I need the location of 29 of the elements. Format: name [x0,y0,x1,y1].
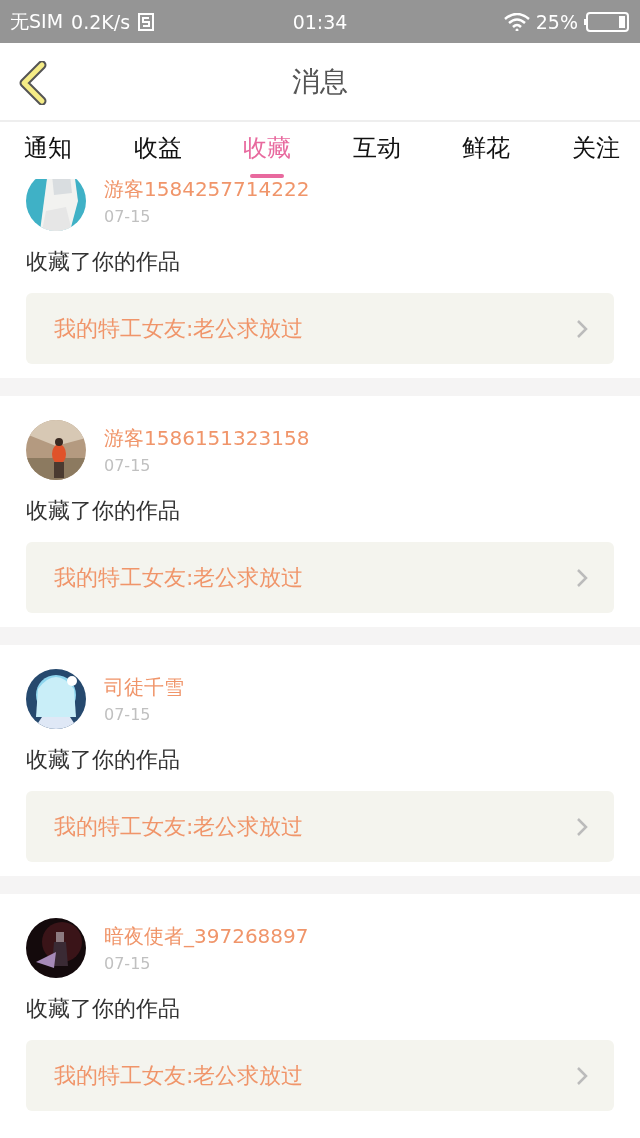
tab[interactable]: 鲜花 [462,122,511,179]
message-text: 收藏了你的作品 [26,995,181,1023]
tab[interactable]: 关注 [571,122,620,179]
message-date: 07-15 [104,456,152,475]
message-text: 收藏了你的作品 [26,746,181,774]
notification-icon [138,12,155,31]
tab[interactable]: 互动 [352,122,401,179]
carrier-text: 无SIM [10,8,64,34]
chevron-right-icon [576,567,588,588]
chevron-right-icon [576,318,588,339]
message-text: 收藏了你的作品 [26,497,181,525]
user-name: 司徒千雪 [104,674,184,701]
clock: 01:34 [292,10,348,33]
wifi-icon [503,12,530,31]
user-name: 游客1584257714222 [104,179,310,203]
chevron-right-icon [576,816,588,837]
user-name: 暗夜使者_397268897 [104,923,309,950]
message-date: 07-15 [104,954,152,973]
tab[interactable]: 通知 [24,122,72,179]
message-date: 07-15 [104,705,152,724]
chevron-right-icon [576,1065,588,1086]
tab[interactable]: 收益 [133,122,182,179]
message-text: 收藏了你的作品 [26,248,181,276]
message-date: 07-15 [104,207,152,226]
battery-icon [584,11,630,32]
battery-percent: 25% [535,10,578,33]
page-title: 消息 [292,63,348,100]
user-name: 游客1586151323158 [104,425,310,452]
network-speed: 0.2K/s [71,10,131,33]
